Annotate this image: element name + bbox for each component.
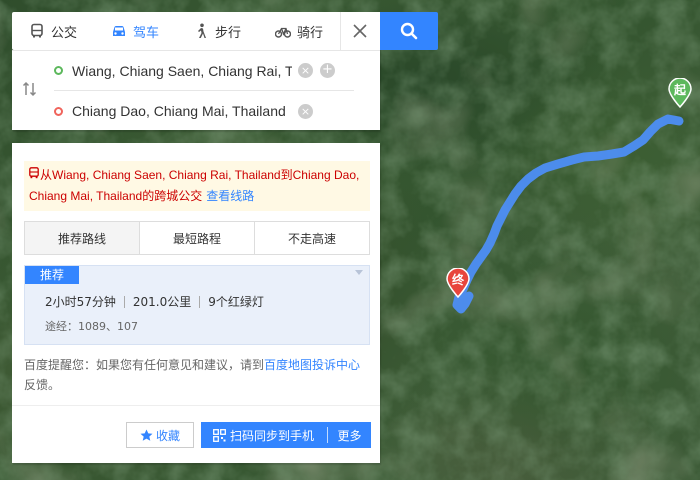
car-icon [112, 26, 125, 36]
notice-to: 到 [280, 168, 293, 182]
tip-end: 反馈。 [24, 378, 61, 392]
tab-no-highway[interactable]: 不走高速 [254, 222, 369, 254]
tab-bike-label: 骑行 [296, 25, 323, 41]
route-result-panel: 从Wiang, Chiang Saen, Chiang Rai, Thailan… [12, 143, 380, 463]
start-field[interactable]: Wiang, Chiang Saen, Chiang Rai, Thailand… [54, 51, 354, 91]
add-waypoint-icon[interactable]: + [320, 63, 335, 78]
start-marker-label: 起 [673, 83, 686, 97]
end-field-value[interactable]: Chiang Dao, Chiang Mai, Thailand [72, 103, 292, 119]
swap-icon[interactable] [22, 81, 38, 101]
plan-stats: 2小时57分钟 201.0公里 9个红绿灯 [45, 293, 264, 310]
scan-sync-button[interactable]: 扫码同步到手机 [201, 422, 327, 448]
notice-prefix: 从 [40, 168, 53, 182]
tab-bus[interactable]: 公交 [12, 12, 94, 50]
close-icon [352, 24, 367, 38]
search-button[interactable] [380, 12, 438, 50]
plan-distance: 201.0公里 [132, 295, 192, 309]
notice-bus-icon [29, 167, 39, 179]
notice-start: Wiang, Chiang Saen, Chiang Rai, Thailand [52, 168, 281, 182]
plan-traffic-lights: 9个红绿灯 [208, 295, 264, 309]
end-marker-label: 终 [451, 273, 464, 287]
intercity-bus-notice: 从Wiang, Chiang Saen, Chiang Rai, Thailan… [24, 161, 370, 211]
start-marker[interactable]: 起 [668, 77, 692, 109]
plan-duration: 2小时57分钟 [45, 295, 116, 309]
complaint-center-link[interactable]: 百度地图投诉中心 [264, 358, 360, 372]
feedback-tip: 百度提醒您：如果您有任何意见和建议，请到百度地图投诉中心反馈。 [24, 355, 370, 395]
stats-divider [123, 295, 125, 308]
notice-suffix: 的跨城公交 [142, 189, 203, 203]
clear-start-icon[interactable]: × [298, 63, 313, 78]
tab-bus-label: 公交 [50, 25, 77, 41]
favorite-button-label: 收藏 [155, 428, 180, 443]
search-icon [400, 22, 418, 40]
bike-icon [274, 27, 291, 38]
tab-walk[interactable]: 步行 [176, 12, 258, 50]
route-input-box: Wiang, Chiang Saen, Chiang Rai, Thailand… [12, 50, 380, 130]
start-field-value[interactable]: Wiang, Chiang Saen, Chiang Rai, Thailand [72, 63, 292, 79]
panel-divider [12, 405, 380, 406]
bus-icon [31, 23, 43, 38]
tip-text: 百度提醒您：如果您有任何意见和建议，请到 [24, 358, 265, 372]
walk-icon [197, 23, 206, 38]
qrcode-icon [213, 428, 226, 442]
plan-via-roads: 途经：1089、107 [45, 320, 138, 333]
tab-recommended[interactable]: 推荐路线 [25, 222, 139, 254]
start-dot-icon [54, 66, 63, 75]
route-preference-tabs: 推荐路线 最短路程 不走高速 [24, 221, 370, 255]
tab-drive-label: 驾车 [132, 25, 159, 41]
tab-walk-label: 步行 [214, 25, 241, 41]
close-button[interactable] [340, 12, 378, 50]
tab-bike[interactable]: 骑行 [258, 12, 340, 50]
view-line-link[interactable]: 查看线路 [206, 189, 254, 203]
tab-shortest[interactable]: 最短路程 [139, 222, 254, 254]
end-dot-icon [54, 106, 63, 116]
tab-drive[interactable]: 驾车 [94, 12, 176, 50]
end-field[interactable]: Chiang Dao, Chiang Mai, Thailand × [54, 91, 354, 131]
scan-sync-label: 扫码同步到手机 [230, 428, 315, 443]
scan-sync-button-group: 扫码同步到手机 更多 [201, 422, 371, 448]
transport-mode-bar: 公交 驾车 步行 骑行 [12, 12, 380, 50]
favorite-button[interactable]: 收藏 [126, 422, 194, 448]
recommended-badge: 推荐 [25, 266, 79, 284]
end-marker[interactable]: 终 [446, 267, 470, 299]
more-button[interactable]: 更多 [328, 427, 371, 444]
expand-caret-icon[interactable] [355, 270, 363, 275]
stats-divider [199, 295, 201, 308]
recommended-plan[interactable]: 推荐 2小时57分钟 201.0公里 9个红绿灯 途经：1089、107 [24, 265, 370, 345]
star-icon [140, 429, 153, 441]
clear-end-icon[interactable]: × [298, 103, 313, 119]
